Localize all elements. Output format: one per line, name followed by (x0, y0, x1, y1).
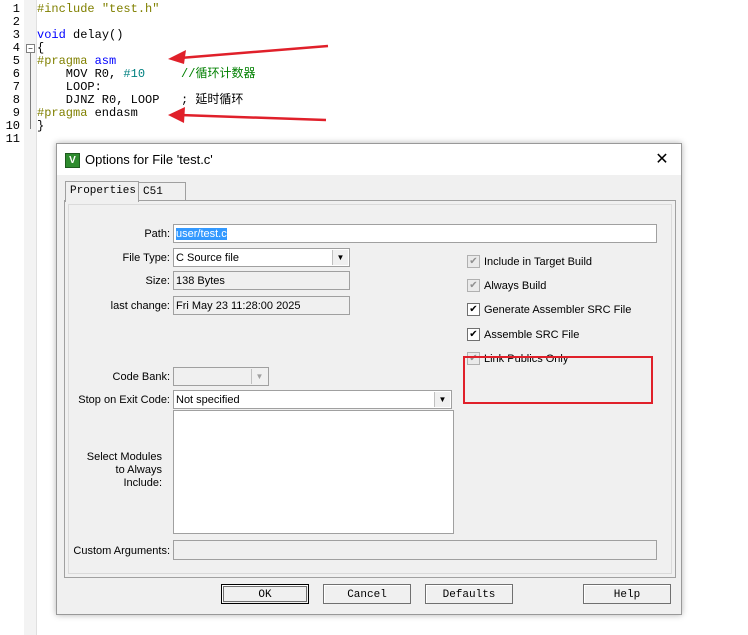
size-value: 138 Bytes (176, 275, 225, 287)
checkbox-label: Always Build (484, 280, 547, 292)
path-field[interactable]: user/test.c (173, 224, 657, 243)
file-type-combo[interactable]: C Source file ▼ (173, 248, 350, 267)
stop-on-exit-combo[interactable]: Not specified ▼ (173, 390, 452, 409)
ok-button[interactable]: OK (221, 584, 309, 604)
properties-panel: Path: user/test.c File Type: C Source fi… (64, 200, 676, 578)
chevron-down-icon: ▼ (251, 369, 267, 384)
checkbox-label: Assemble SRC File (484, 329, 580, 341)
path-value: user/test.c (176, 228, 227, 240)
defaults-button[interactable]: Defaults (425, 584, 513, 604)
check-icon: ✔ (467, 279, 480, 292)
stop-on-exit-value: Not specified (176, 394, 240, 406)
size-label: Size: (145, 275, 170, 287)
path-label: Path: (144, 228, 170, 240)
chevron-down-icon[interactable]: ▼ (332, 250, 348, 265)
check-icon: ✔ (467, 255, 480, 268)
options-dialog: V Options for File 'test.c' ✕ Properties… (56, 143, 682, 615)
code-bank-combo: ▼ (173, 367, 269, 386)
select-modules-label: Select Modules to Always Include: (86, 451, 162, 489)
stop-on-exit-label: Stop on Exit Code: (78, 394, 170, 406)
properties-inner-frame: Path: user/test.c File Type: C Source fi… (68, 204, 672, 574)
annotation-highlight-box (463, 356, 653, 404)
tab-properties[interactable]: Properties (65, 181, 139, 202)
arrow-head-pragma-endasm (168, 107, 185, 123)
arrow-head-pragma-asm (168, 50, 186, 64)
close-icon[interactable]: ✕ (653, 149, 671, 169)
cancel-button[interactable]: Cancel (323, 584, 411, 604)
last-change-label: last change: (110, 300, 170, 312)
checkbox-label: Include in Target Build (484, 256, 593, 268)
keil-app-icon: V (65, 153, 80, 168)
dialog-titlebar[interactable]: V Options for File 'test.c' ✕ (57, 144, 681, 175)
last-change-field: Fri May 23 11:28:00 2025 (173, 296, 350, 315)
file-type-label: File Type: (122, 252, 171, 264)
custom-arguments-field (173, 540, 657, 560)
help-button[interactable]: Help (583, 584, 671, 604)
chevron-down-icon[interactable]: ▼ (434, 392, 450, 407)
check-icon: ✔ (467, 328, 480, 341)
checkbox-label: Generate Assembler SRC File (484, 304, 632, 316)
code-bank-label: Code Bank: (112, 371, 170, 383)
arrow-line-pragma-asm (179, 44, 329, 60)
last-change-value: Fri May 23 11:28:00 2025 (176, 300, 301, 312)
check-icon: ✔ (467, 303, 480, 316)
arrow-line-pragma-endasm (179, 113, 327, 122)
file-type-value: C Source file (176, 252, 239, 264)
select-modules-list[interactable] (173, 410, 454, 534)
tab-c51[interactable]: C51 (138, 182, 186, 201)
dialog-title: Options for File 'test.c' (85, 152, 213, 167)
size-field: 138 Bytes (173, 271, 350, 290)
custom-arguments-label: Custom Arguments: (73, 545, 170, 557)
